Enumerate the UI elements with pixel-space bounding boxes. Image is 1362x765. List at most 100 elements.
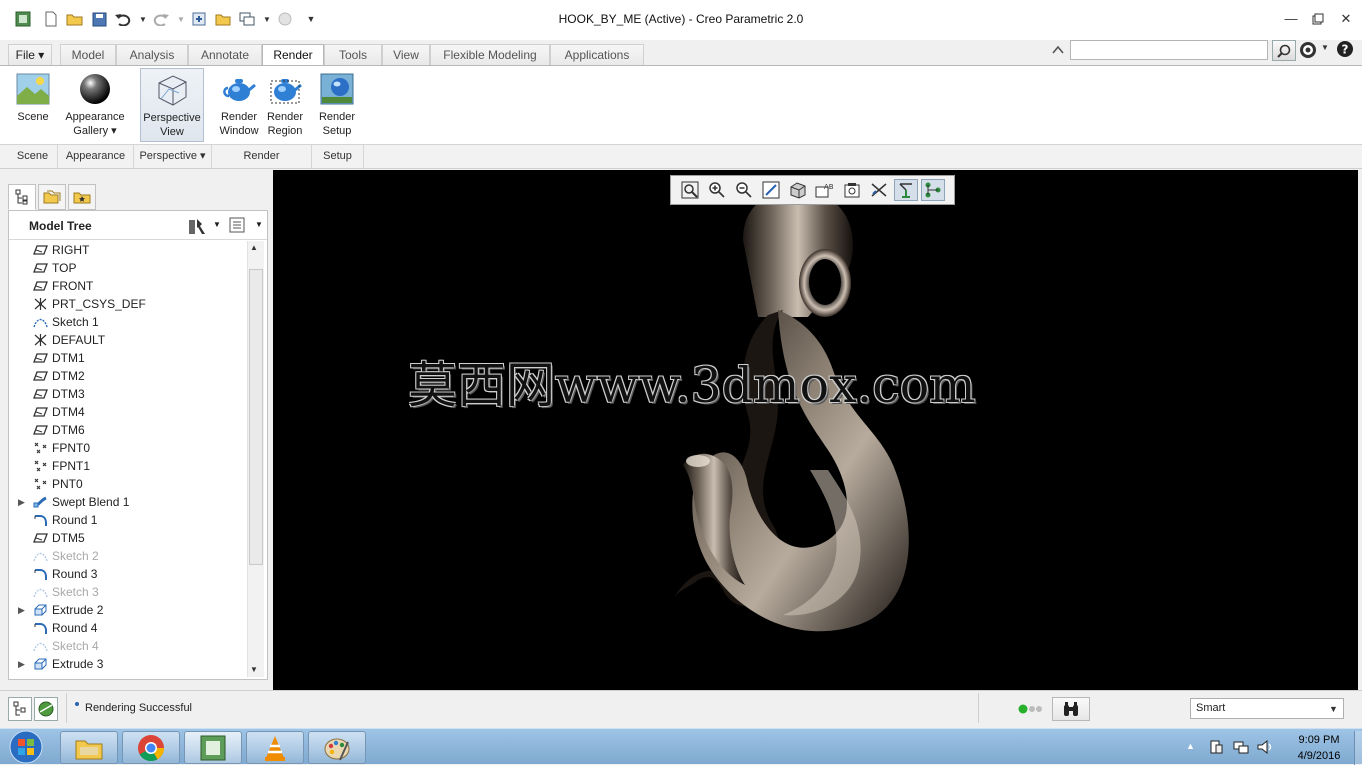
tree-scrollbar[interactable]: ▲ ▼	[247, 241, 264, 677]
help-icon[interactable]: ?	[1336, 40, 1356, 60]
tab-applications[interactable]: Applications	[550, 44, 644, 66]
render-window-button[interactable]: Render Window	[216, 68, 262, 142]
expand-arrow-icon[interactable]: ▶	[18, 601, 25, 619]
appearance-gallery-button[interactable]: Appearance Gallery ▾	[60, 68, 130, 142]
tree-item-dtm4[interactable]: DTM4	[9, 403, 247, 421]
tray-volume-icon[interactable]	[1256, 739, 1274, 755]
folder-icon[interactable]	[214, 10, 232, 28]
tree-item-default[interactable]: DEFAULT	[9, 331, 247, 349]
scroll-up-icon[interactable]: ▲	[250, 243, 258, 252]
expand-arrow-icon[interactable]: ▶	[18, 655, 25, 673]
tree-item-sketch-2[interactable]: Sketch 2	[9, 547, 247, 565]
saved-orientations-icon[interactable]: AB	[813, 179, 837, 201]
scroll-thumb[interactable]	[249, 269, 263, 565]
selection-filter-dropdown[interactable]: Smart ▼	[1190, 698, 1344, 719]
group-perspective[interactable]: Perspective ▾	[134, 145, 212, 169]
repaint-icon[interactable]	[759, 179, 783, 201]
tree-item-top[interactable]: TOP	[9, 259, 247, 277]
tree-item-right[interactable]: RIGHT	[9, 241, 247, 259]
toggle-browser-button[interactable]	[34, 697, 58, 721]
tree-item-round-1[interactable]: Round 1	[9, 511, 247, 529]
chevron-down-icon[interactable]: ▼	[1329, 704, 1338, 714]
tree-item-sketch-4[interactable]: Sketch 4	[9, 637, 247, 655]
tab-view[interactable]: View	[382, 44, 430, 66]
windows-dropdown-icon[interactable]: ▼	[258, 10, 276, 28]
spin-center-icon[interactable]	[894, 179, 918, 201]
creo-app-icon[interactable]	[14, 10, 32, 28]
tray-network-icon[interactable]	[1232, 739, 1250, 755]
new-icon[interactable]	[42, 10, 60, 28]
search-button[interactable]	[1272, 40, 1296, 61]
perspective-view-button[interactable]: Perspective View	[140, 68, 204, 142]
community-icon[interactable]	[1299, 40, 1317, 60]
tree-item-front[interactable]: FRONT	[9, 277, 247, 295]
display-style-icon[interactable]	[786, 179, 810, 201]
tree-item-dtm6[interactable]: DTM6	[9, 421, 247, 439]
favorites-tab[interactable]	[68, 184, 96, 210]
minimize-icon[interactable]: —	[1283, 11, 1299, 27]
tree-item-extrude-3[interactable]: ▶ Extrude 3	[9, 655, 247, 673]
tree-item-sketch-3[interactable]: Sketch 3	[9, 583, 247, 601]
tray-device-icon[interactable]	[1208, 739, 1224, 755]
collapse-ribbon-icon[interactable]	[1052, 42, 1066, 56]
undo-icon[interactable]	[114, 10, 132, 28]
tab-file[interactable]: File ▾	[8, 44, 52, 66]
tree-item-swept-blend-1[interactable]: ▶ Swept Blend 1	[9, 493, 247, 511]
render-setup-button[interactable]: Render Setup	[314, 68, 360, 142]
tab-model[interactable]: Model	[60, 44, 116, 66]
scroll-down-icon[interactable]: ▼	[250, 665, 258, 674]
view-manager-icon[interactable]	[840, 179, 864, 201]
expand-arrow-icon[interactable]: ▶	[18, 493, 25, 511]
community-dropdown-icon[interactable]: ▼	[1321, 43, 1329, 52]
tree-item-round-4[interactable]: Round 4	[9, 619, 247, 637]
show-dropdown-icon[interactable]: ▼	[255, 220, 263, 229]
folder-browser-tab[interactable]	[38, 184, 66, 210]
save-icon[interactable]	[90, 10, 108, 28]
refit-icon[interactable]	[678, 179, 702, 201]
scene-button[interactable]: Scene	[10, 68, 56, 142]
tree-item-prt-csys-def[interactable]: PRT_CSYS_DEF	[9, 295, 247, 313]
find-button[interactable]	[1052, 697, 1090, 721]
tree-item-fpnt1[interactable]: FPNT1	[9, 457, 247, 475]
tab-flexible-modeling[interactable]: Flexible Modeling	[430, 44, 550, 66]
undo-dropdown-icon[interactable]: ▼	[134, 10, 152, 28]
regen-status-icon[interactable]	[1018, 703, 1048, 714]
tree-item-dtm5[interactable]: DTM5	[9, 529, 247, 547]
annotation-display-icon[interactable]	[921, 179, 945, 201]
graphics-window[interactable]	[273, 170, 1358, 690]
redo-icon[interactable]	[152, 10, 170, 28]
tab-analysis[interactable]: Analysis	[116, 44, 188, 66]
tree-item-dtm2[interactable]: DTM2	[9, 367, 247, 385]
datum-display-icon[interactable]	[867, 179, 891, 201]
redo-dropdown-icon[interactable]: ▼	[172, 10, 190, 28]
show-desktop-button[interactable]	[1354, 731, 1362, 765]
close-window-icon[interactable]	[276, 10, 294, 28]
taskbar-creo[interactable]	[184, 731, 242, 764]
tree-item-round-3[interactable]: Round 3	[9, 565, 247, 583]
tray-time[interactable]: 9:09 PM	[1284, 734, 1354, 746]
customize-toolbar-icon[interactable]: ▼	[302, 10, 320, 28]
tree-item-sketch-1[interactable]: Sketch 1	[9, 313, 247, 331]
tab-tools[interactable]: Tools	[324, 44, 382, 66]
show-menu-icon[interactable]	[229, 216, 247, 236]
open-icon[interactable]	[66, 10, 84, 28]
tab-annotate[interactable]: Annotate	[188, 44, 262, 66]
toggle-navigator-button[interactable]	[8, 697, 32, 721]
tray-date[interactable]: 4/9/2016	[1284, 750, 1354, 762]
render-region-button[interactable]: Render Region	[262, 68, 308, 142]
tree-item-fpnt0[interactable]: FPNT0	[9, 439, 247, 457]
tree-settings-icon[interactable]	[187, 216, 207, 236]
windows-icon[interactable]	[238, 10, 256, 28]
close-icon[interactable]: ✕	[1338, 11, 1354, 27]
model-tree-tab[interactable]	[8, 184, 36, 210]
taskbar-explorer[interactable]	[60, 731, 118, 764]
taskbar-paint[interactable]	[308, 731, 366, 764]
start-button[interactable]	[4, 729, 48, 765]
taskbar-vlc[interactable]	[246, 731, 304, 764]
tree-settings-dropdown-icon[interactable]: ▼	[213, 220, 221, 229]
tree-item-extrude-2[interactable]: ▶ Extrude 2	[9, 601, 247, 619]
zoom-out-icon[interactable]	[732, 179, 756, 201]
tab-render[interactable]: Render	[262, 44, 324, 67]
tree-item-pnt0[interactable]: PNT0	[9, 475, 247, 493]
tree-item-dtm1[interactable]: DTM1	[9, 349, 247, 367]
